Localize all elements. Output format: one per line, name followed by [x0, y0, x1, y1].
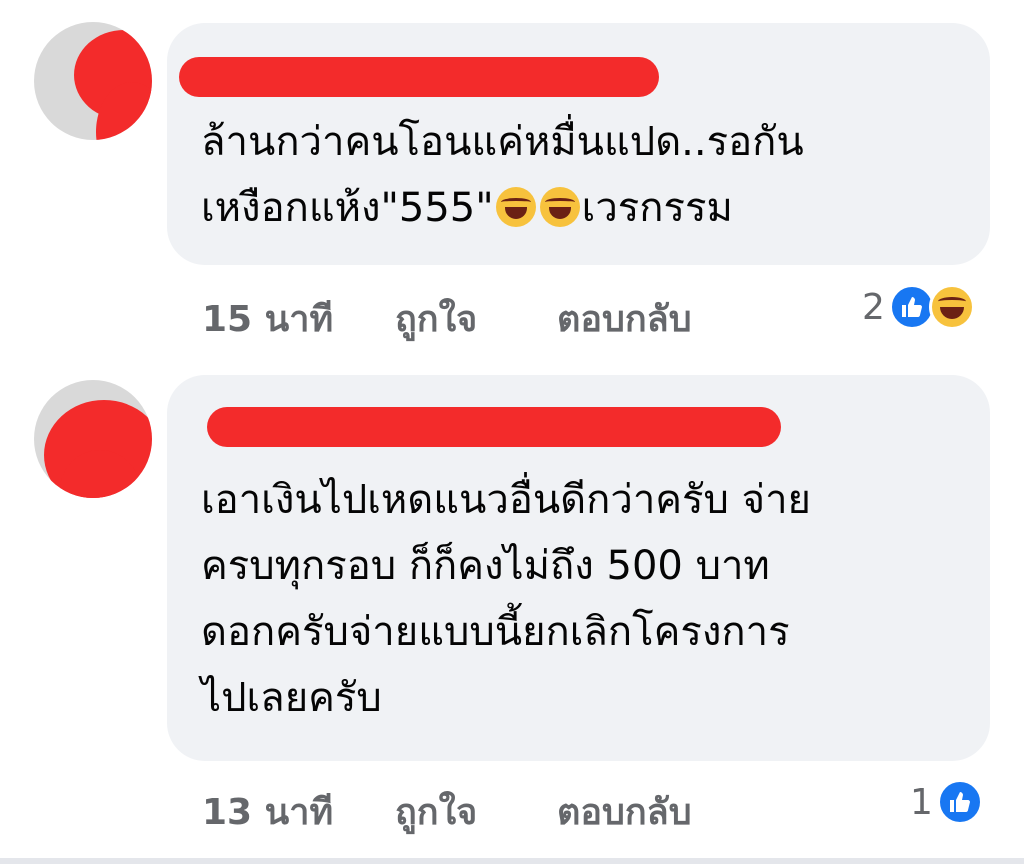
tears-of-joy-emoji [495, 187, 536, 227]
comment-text: เอาเงินไปเหดแนวอื่นดีกว่าครับ จ่าย ครบทุ… [201, 477, 811, 721]
avatar[interactable] [34, 380, 152, 498]
comment-bubble: เอาเงินไปเหดแนวอื่นดีกว่าครับ จ่าย ครบทุ… [167, 375, 990, 761]
author-redaction [179, 57, 659, 97]
haha-icon [928, 284, 975, 330]
like-button[interactable]: ถูกใจ [395, 783, 477, 840]
reply-button[interactable]: ตอบกลับ [557, 290, 692, 347]
comment-text: ล้านกว่าคนโอนแค่หมื่นแปด..รอกัน เหงือกแห… [201, 119, 804, 231]
reaction-count: 2 [862, 286, 885, 328]
tears-of-joy-emoji [539, 187, 580, 227]
divider [0, 858, 1024, 864]
reply-button[interactable]: ตอบกลับ [557, 783, 692, 840]
reaction-summary[interactable]: 2 [862, 282, 975, 332]
reaction-summary[interactable]: 1 [910, 777, 983, 827]
comment-time[interactable]: 15 นาที [202, 290, 333, 347]
avatar[interactable] [34, 22, 152, 140]
comment-time[interactable]: 13 นาที [202, 783, 333, 840]
like-icon [936, 779, 983, 825]
comment-bubble: ล้านกว่าคนโอนแค่หมื่นแปด..รอกัน เหงือกแห… [167, 23, 990, 265]
like-button[interactable]: ถูกใจ [395, 290, 477, 347]
reaction-count: 1 [910, 781, 933, 823]
author-redaction [207, 407, 781, 447]
